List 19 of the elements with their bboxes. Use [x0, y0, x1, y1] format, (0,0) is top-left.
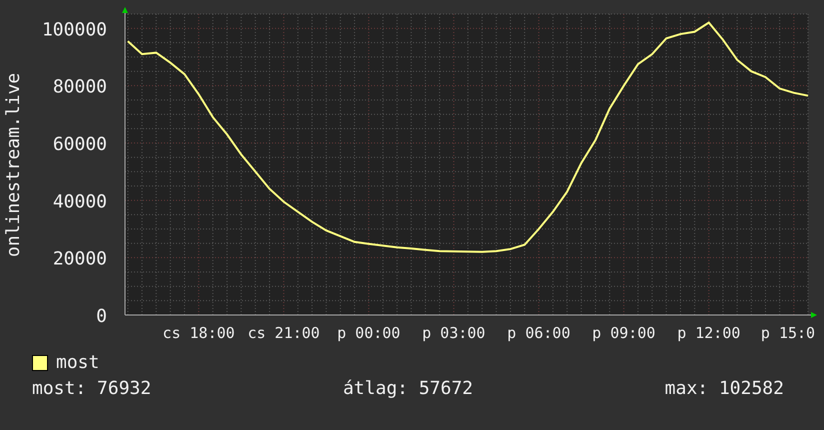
legend-label: most: [56, 351, 100, 375]
stat-value: átlag: 57672: [342, 377, 474, 401]
x-tick-label: p 12:00: [677, 324, 740, 342]
x-tick-label: p 15:0: [760, 324, 816, 342]
y-tick-label: 100000: [42, 19, 107, 40]
y-tick-label: 40000: [52, 191, 107, 212]
axis-title: onlinestream.live: [3, 72, 24, 258]
stat-value: most: 76932: [32, 377, 152, 401]
stat-value: max: 102582: [664, 377, 784, 401]
x-tick-label: p 06:00: [507, 324, 570, 342]
x-tick-label: p 03:00: [422, 324, 486, 342]
x-tick-label: cs 21:00: [248, 324, 320, 342]
y-tick-label: 80000: [52, 76, 107, 98]
x-tick-label: p 00:00: [337, 324, 400, 342]
x-tick-label: p 09:00: [592, 324, 656, 342]
y-tick-label: 60000: [52, 134, 107, 155]
y-tick-label: 0: [96, 306, 107, 327]
x-tick-label: cs 18:00: [162, 324, 235, 342]
y-tick-label: 20000: [52, 248, 107, 270]
